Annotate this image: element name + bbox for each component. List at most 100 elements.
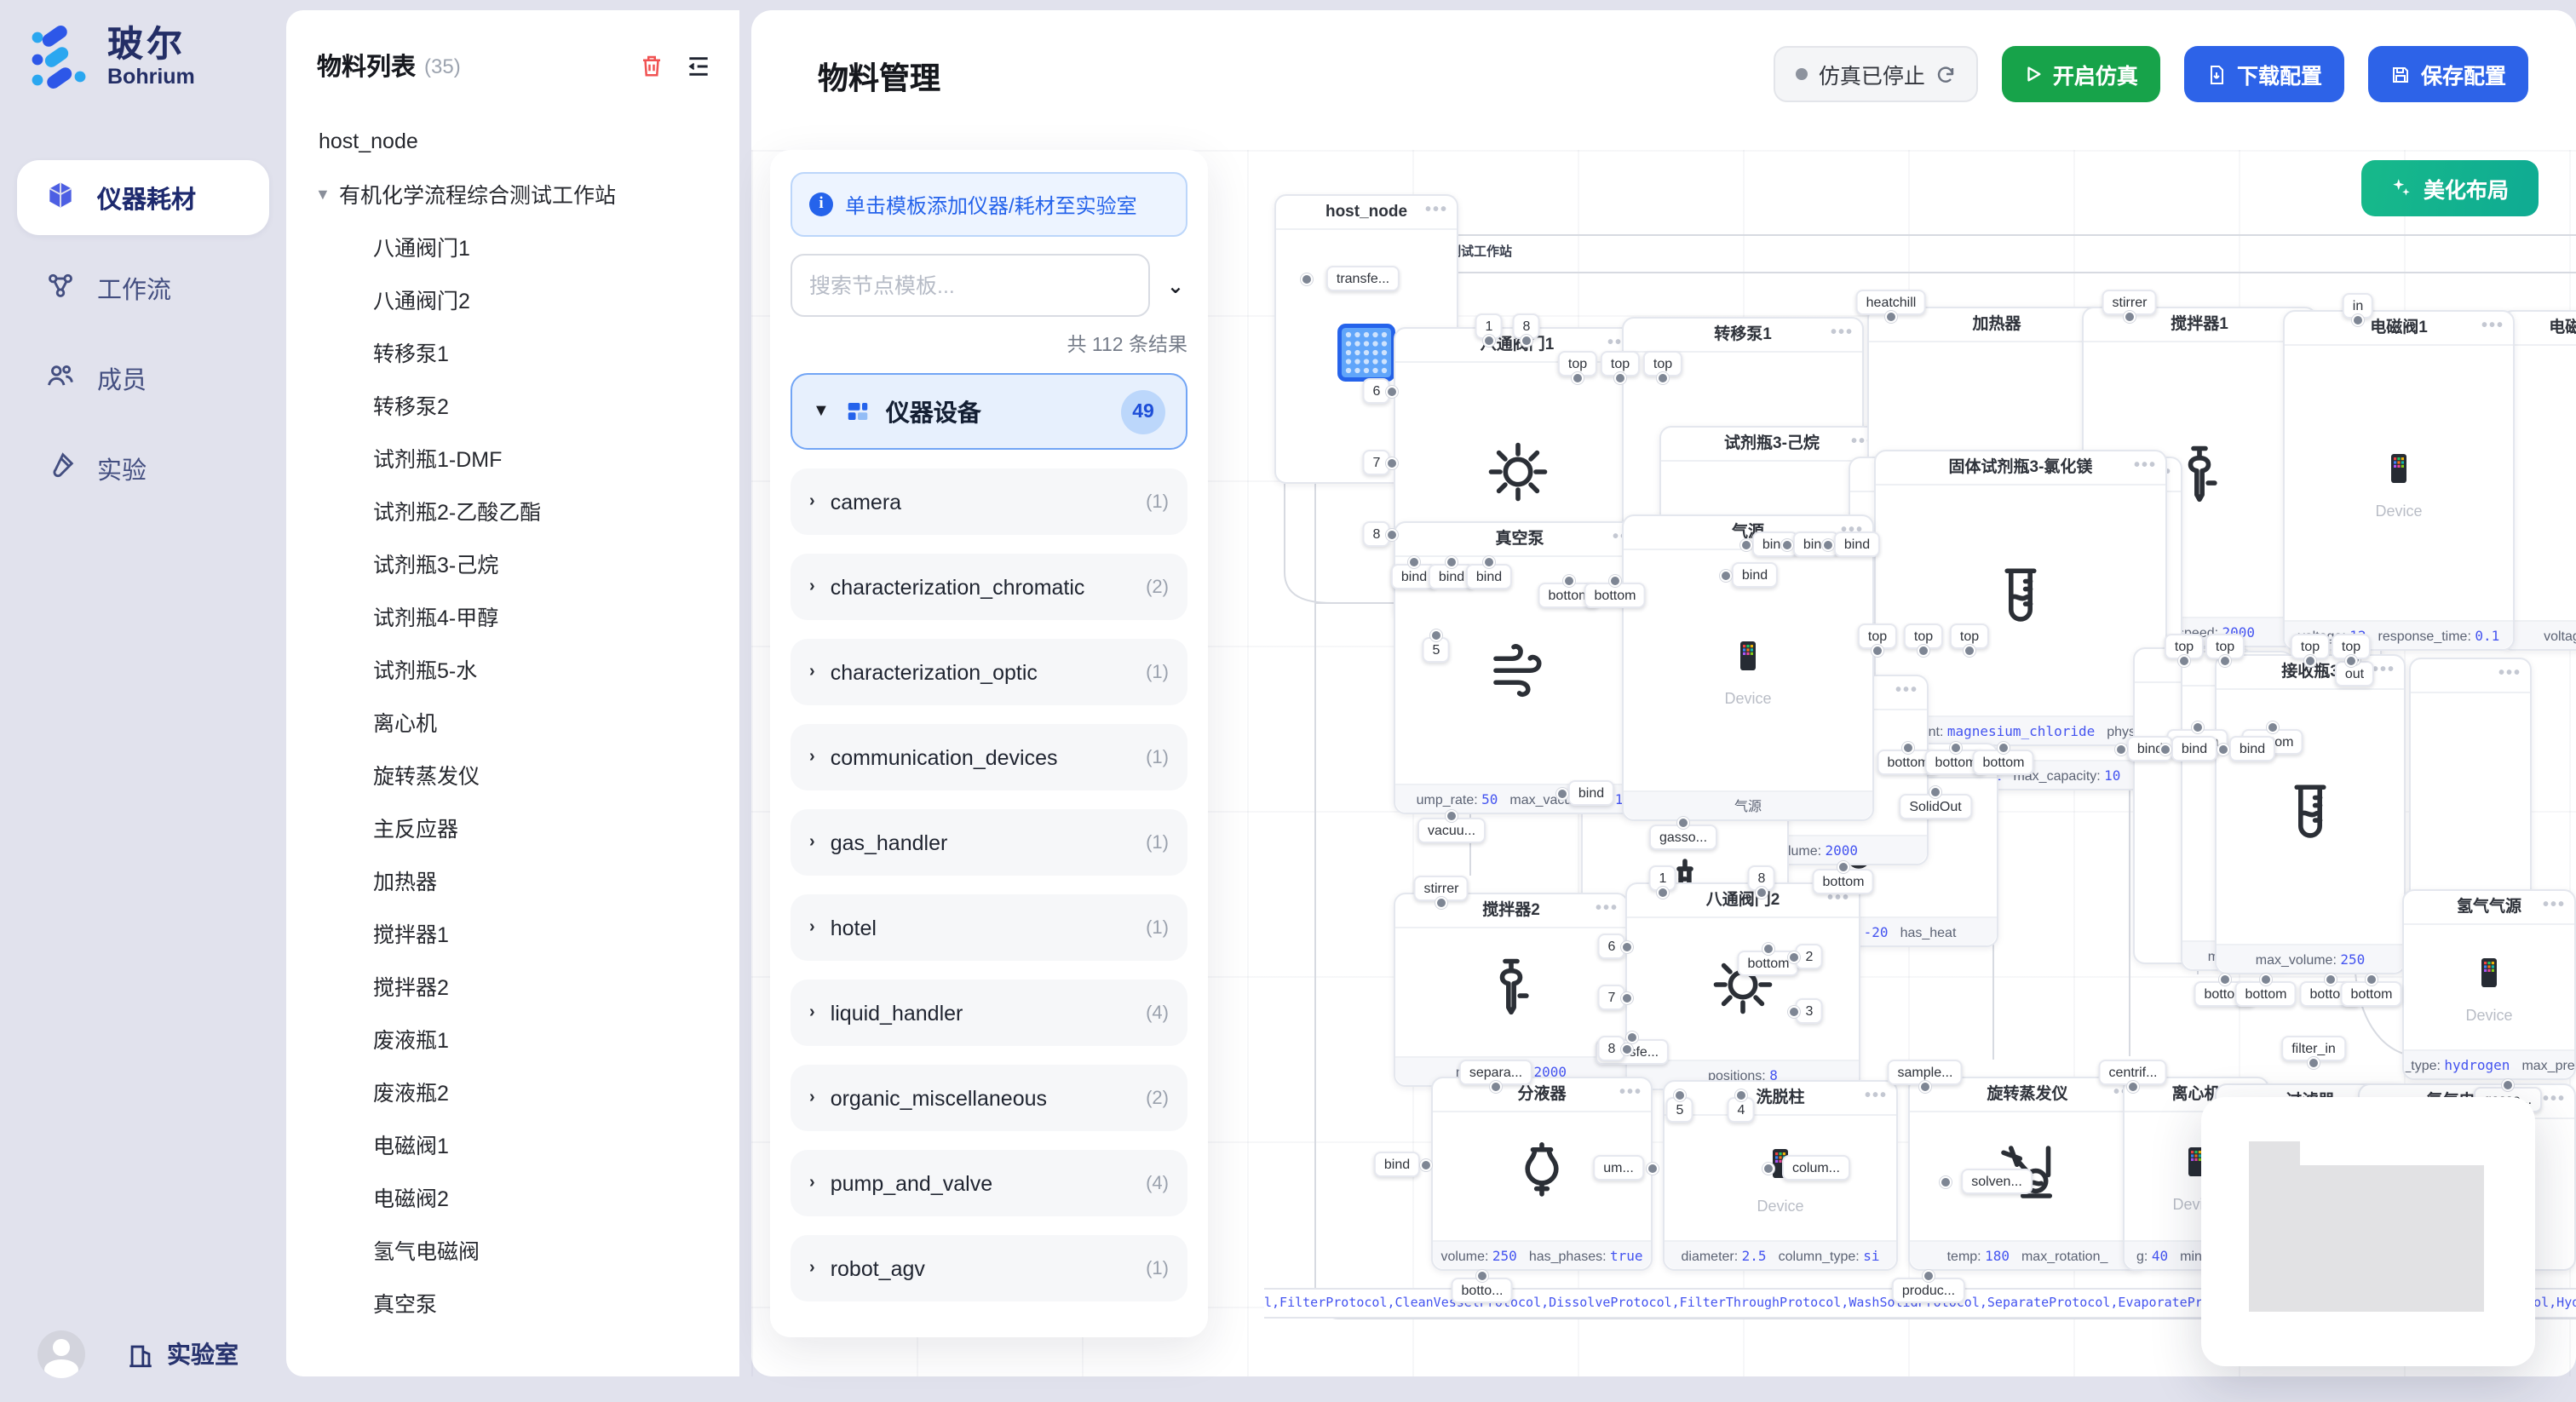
tree-item[interactable]: 真空泵 [286,1276,739,1329]
port-handle-icon[interactable] [1674,1089,1686,1101]
port-handle-icon[interactable] [1490,1081,1502,1093]
port-handle-icon[interactable] [2124,311,2136,323]
canvas-node-evalve1[interactable]: 电磁阀1•••Devicevoltage: 12response_time: 0… [2283,310,2515,651]
port-handle-icon[interactable] [1837,861,1849,873]
tree-item[interactable]: 试剂瓶3-己烷 [286,537,739,589]
tree-item[interactable]: 试剂瓶2-乙酸乙酯 [286,484,739,537]
node-title[interactable]: 真空泵••• [1395,523,1644,557]
download-config-button[interactable]: 下载配置 [2184,46,2344,102]
port-handle-icon[interactable] [2352,314,2364,326]
port-handle-icon[interactable] [1556,787,1568,799]
port-handle-icon[interactable] [2159,743,2171,755]
tree-item[interactable]: 搅拌器1 [286,906,739,959]
node-title[interactable]: 固体试剂瓶3-氯化镁••• [1876,451,2165,486]
tree-item[interactable]: 试剂瓶1-DMF [286,431,739,484]
node-title[interactable]: host_node••• [1276,196,1457,230]
node-menu-icon[interactable]: ••• [1596,894,1619,925]
port-handle-icon[interactable] [1620,940,1632,952]
tree-item[interactable]: 电磁阀1 [286,1118,739,1170]
port-um[interactable]: um... [1593,1155,1644,1181]
port-handle-icon[interactable] [1929,786,1941,798]
minimap-panel[interactable] [2201,1097,2535,1366]
port-handle-icon[interactable] [1609,575,1621,587]
collapse-panel-chevron-icon[interactable]: ⌄ [1164,273,1187,297]
outdent-list-icon[interactable] [685,52,712,79]
port-handle-icon[interactable] [1408,556,1420,568]
tree-item[interactable]: 主反应器 [286,801,739,853]
port-handle-icon[interactable] [1789,951,1801,962]
tree-item[interactable]: 加热器 [286,853,739,906]
template-group-organic_miscellaneous[interactable]: ›organic_miscellaneous(2) [791,1065,1187,1131]
port-handle-icon[interactable] [1872,645,1883,657]
port-bind[interactable]: bind [1374,1152,1420,1177]
beautify-layout-button[interactable]: 美化布局 [2361,160,2539,216]
port-colum[interactable]: colum... [1782,1155,1850,1181]
port-handle-icon[interactable] [2260,974,2272,985]
port-handle-icon[interactable] [1919,1081,1931,1093]
port-handle-icon[interactable] [1563,575,1575,587]
port-handle-icon[interactable] [1483,556,1495,568]
port-handle-icon[interactable] [2192,721,2204,733]
port-bind[interactable]: bind [1732,562,1778,588]
tree-item[interactable]: 电磁阀2 [286,1170,739,1223]
port-handle-icon[interactable] [2267,721,2279,733]
search-input[interactable] [791,254,1150,317]
template-group-pump_and_valve[interactable]: ›pump_and_valve(4) [791,1150,1187,1216]
tree-item[interactable]: 氢气电磁阀 [286,1223,739,1276]
port-handle-icon[interactable] [1950,742,1962,754]
canvas-node-stirrer2[interactable]: 搅拌器2•••max_speed: 2000 [1394,893,1629,1087]
port-handle-icon[interactable] [2219,974,2231,985]
port-handle-icon[interactable] [1762,943,1774,955]
port-handle-icon[interactable] [1657,372,1669,384]
port-handle-icon[interactable] [1430,629,1442,641]
tree-item[interactable]: 八通阀门1 [286,220,739,273]
avatar[interactable] [37,1330,85,1378]
port-handle-icon[interactable] [1735,1089,1747,1101]
port-solven[interactable]: solven... [1961,1169,2033,1194]
port-handle-icon[interactable] [2304,655,2316,667]
port-bind[interactable]: bind [2171,736,2217,761]
port-handle-icon[interactable] [1614,372,1626,384]
tree-item[interactable]: 转移泵1 [286,325,739,378]
port-handle-icon[interactable] [1781,538,1793,550]
port-handle-icon[interactable] [1657,887,1669,899]
port-handle-icon[interactable] [2345,655,2357,667]
tree-item[interactable]: 八通阀门2 [286,273,739,325]
node-title[interactable]: 氢气气源••• [2404,891,2574,925]
port-handle-icon[interactable] [1720,569,1732,581]
port-handle-icon[interactable] [1620,1043,1632,1054]
port-handle-icon[interactable] [1435,897,1447,909]
port-handle-icon[interactable] [1822,538,1834,550]
port-transfe[interactable]: transfe... [1326,266,1400,291]
port-handle-icon[interactable] [1483,335,1495,347]
node-menu-icon[interactable]: ••• [1895,676,1918,707]
tree-item[interactable]: 旋转蒸发仪 [286,748,739,801]
port-bind[interactable]: bind [1568,780,1614,806]
tree-item[interactable]: 试剂瓶4-甲醇 [286,589,739,642]
template-group-gas_handler[interactable]: ›gas_handler(1) [791,809,1187,876]
port-handle-icon[interactable] [1885,311,1897,323]
node-menu-icon[interactable]: ••• [2543,1085,2566,1116]
port-handle-icon[interactable] [2115,743,2127,755]
node-menu-icon[interactable]: ••• [1865,1082,1888,1112]
port-handle-icon[interactable] [1763,1162,1775,1174]
port-handle-icon[interactable] [1446,556,1458,568]
template-group-characterization_optic[interactable]: ›characterization_optic(1) [791,639,1187,705]
tree-item[interactable]: ▼有机化学流程综合测试工作站 [286,167,739,220]
canvas-node-h2source[interactable]: 氢气气源•••Device_type: hydrogenmax_pre [2402,889,2576,1080]
refresh-icon[interactable] [1935,64,1956,84]
port-handle-icon[interactable] [1646,1162,1658,1174]
node-title[interactable]: 电磁阀1••• [2285,312,2513,346]
canvas-node-recv3[interactable]: 接收瓶3•••max_volume: 250 [2215,654,2406,974]
port-handle-icon[interactable] [2502,1079,2514,1091]
port-handle-icon[interactable] [2217,743,2229,755]
brand-logo[interactable]: 玻尔 Bohrium [0,0,286,92]
port-handle-icon[interactable] [1939,1175,1951,1187]
port-handle-icon[interactable] [1740,538,1752,550]
port-handle-icon[interactable] [1620,991,1632,1003]
node-menu-icon[interactable]: ••• [2543,891,2566,922]
port-handle-icon[interactable] [1385,528,1397,540]
port-handle-icon[interactable] [1923,1270,1935,1282]
port-handle-icon[interactable] [1677,817,1689,829]
sidebar-item-workflow[interactable]: 工作流 [17,250,269,325]
